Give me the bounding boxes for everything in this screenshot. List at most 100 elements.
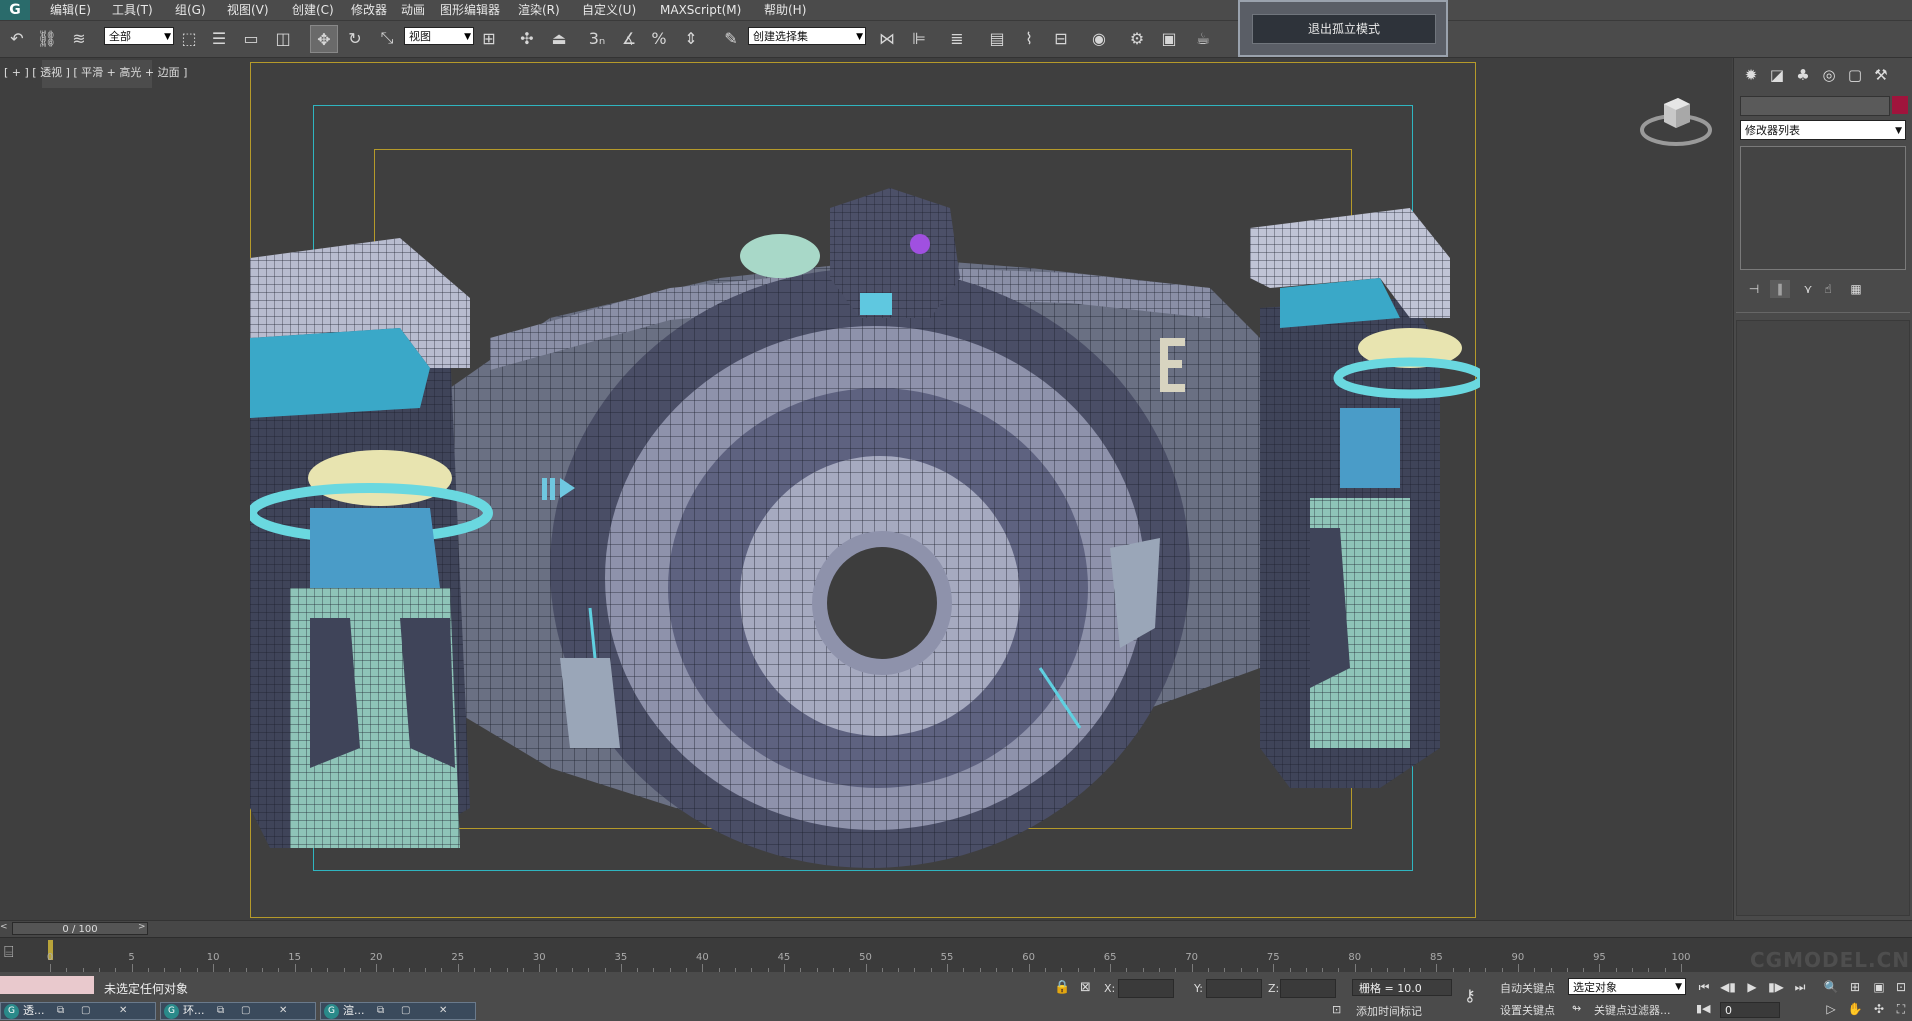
select-and-rotate-icon[interactable]: ↻ (342, 25, 368, 51)
viewcube-icon[interactable] (1636, 88, 1716, 150)
key-mode-toggle-icon[interactable]: ▮◀ (1696, 1002, 1711, 1015)
undo-icon[interactable]: ↶ (4, 25, 30, 51)
select-manipulate-icon[interactable]: ✣ (514, 25, 540, 51)
menu-modifiers[interactable]: 修改器 (351, 2, 387, 18)
window-crossing-icon[interactable]: ◫ (270, 25, 296, 51)
add-time-tag-button[interactable]: 添加时间标记 (1356, 1003, 1422, 1019)
render-setup-icon[interactable]: ⚙ (1124, 25, 1150, 51)
modify-panel-icon[interactable]: ◪ (1766, 64, 1788, 86)
menu-animation[interactable]: 动画 (401, 2, 425, 18)
menu-rendering[interactable]: 渲染(R) (518, 2, 560, 18)
restore-icon[interactable]: ⧉ (377, 1003, 384, 1019)
set-key-icon[interactable]: ⚷ (1464, 986, 1490, 1006)
restore-icon[interactable]: ⧉ (57, 1003, 64, 1019)
zoom-all-icon[interactable]: ⊞ (1846, 978, 1864, 996)
orbit-icon[interactable]: ✣ (1870, 1000, 1888, 1018)
named-selection-set-dropdown[interactable]: 创建选择集 ▼ (748, 27, 866, 45)
spinner-snap-icon[interactable]: ⇕ (678, 25, 704, 51)
select-object-icon[interactable]: ⬚ (176, 25, 202, 51)
selection-filter-dropdown[interactable]: 全部 ▼ (104, 27, 174, 45)
taskbar-window-3[interactable]: G 渲... ⧉ ▢ ✕ (320, 1002, 476, 1020)
pivot-center-icon[interactable]: ⊞ (476, 25, 502, 51)
menu-graph-editors[interactable]: 图形编辑器 (440, 2, 500, 18)
ribbon-toggle-icon[interactable]: ▤ (984, 25, 1010, 51)
key-selection-set-dropdown[interactable]: 选定对象 ▼ (1568, 978, 1686, 995)
time-slider-next-icon[interactable]: > (138, 922, 150, 935)
close-icon[interactable]: ✕ (119, 1003, 127, 1019)
coord-z-field[interactable] (1280, 979, 1336, 998)
field-of-view-icon[interactable]: ▷ (1822, 1000, 1840, 1018)
maximize-viewport-icon[interactable]: ⛶ (1892, 1000, 1910, 1018)
exit-isolation-mode-button[interactable]: 退出孤立模式 (1252, 14, 1436, 44)
coord-y-field[interactable] (1206, 979, 1262, 998)
layer-manager-icon[interactable]: ≣ (944, 25, 970, 51)
object-color-swatch[interactable] (1892, 96, 1908, 114)
material-editor-icon[interactable]: ◉ (1086, 25, 1112, 51)
menu-customize[interactable]: 自定义(U) (582, 2, 636, 18)
play-icon[interactable]: ▶ (1742, 978, 1762, 996)
utilities-panel-icon[interactable]: ⚒ (1870, 64, 1892, 86)
make-unique-icon[interactable]: ⋎ (1798, 280, 1818, 298)
configure-sets-icon[interactable]: ▦ (1846, 280, 1866, 298)
menu-tools[interactable]: 工具(T) (112, 2, 153, 18)
current-frame-field[interactable]: 0 (1720, 1002, 1780, 1018)
coord-x-field[interactable] (1118, 979, 1174, 998)
motion-panel-icon[interactable]: ◎ (1818, 64, 1840, 86)
maximize-icon[interactable]: ▢ (81, 1003, 90, 1019)
modifier-list-dropdown[interactable]: 修改器列表 ▼ (1740, 120, 1906, 140)
menu-help[interactable]: 帮助(H) (764, 2, 806, 18)
create-panel-icon[interactable]: ✹ (1740, 64, 1762, 86)
perspective-viewport[interactable]: [ + ] [ 透视 ] [ 平滑 + 高光 + 边面 ] (0, 58, 1732, 920)
close-icon[interactable]: ✕ (279, 1003, 287, 1019)
go-to-start-icon[interactable]: ⏮ (1694, 978, 1714, 996)
maxscript-listener[interactable] (0, 976, 94, 994)
select-and-scale-icon[interactable]: ⤡ (374, 25, 400, 51)
display-panel-icon[interactable]: ▢ (1844, 64, 1866, 86)
object-name-field[interactable] (1740, 96, 1890, 116)
show-end-result-icon[interactable]: ∥ (1770, 280, 1790, 298)
viewport-label-menu[interactable]: [ + ] [ 透视 ] [ 平滑 + 高光 + 边面 ] (4, 64, 187, 80)
zoom-extents-icon[interactable]: ▣ (1870, 978, 1888, 996)
select-and-move-icon[interactable]: ✥ (310, 25, 338, 53)
auto-key-button[interactable]: 自动关键点 (1500, 980, 1555, 996)
time-slider[interactable]: < 0 / 100 > (0, 920, 1912, 937)
track-bar[interactable]: ⌸ 0 5 10 15 20 25 30 35 40 45 50 55 60 65 70 75 80 85 90 95… (0, 937, 1912, 972)
next-frame-icon[interactable]: ▮▶ (1766, 978, 1786, 996)
key-mode-icon[interactable]: ↬ (1572, 1002, 1586, 1015)
zoom-icon[interactable]: 🔍 (1822, 978, 1840, 996)
curve-editor-icon[interactable]: ⌇ (1016, 25, 1042, 51)
mirror-icon[interactable]: ⋈ (874, 25, 900, 51)
maximize-icon[interactable]: ▢ (401, 1003, 410, 1019)
restore-icon[interactable]: ⧉ (217, 1003, 224, 1019)
close-icon[interactable]: ✕ (439, 1003, 447, 1019)
set-key-button[interactable]: 设置关键点 (1500, 1002, 1555, 1018)
menu-group[interactable]: 组(G) (175, 2, 206, 18)
selection-lock-icon[interactable]: 🔒 (1054, 980, 1070, 995)
link-icon[interactable]: ⛓ (34, 25, 60, 51)
reference-coordinate-dropdown[interactable]: 视图 ▼ (404, 27, 474, 45)
percent-snap-icon[interactable]: % (646, 25, 672, 51)
snaps-toggle-icon[interactable]: 3ₙ (584, 25, 610, 51)
keyboard-shortcut-override-icon[interactable]: ⏏ (546, 25, 572, 51)
zoom-extents-all-icon[interactable]: ⊡ (1892, 978, 1910, 996)
scifi-generator-model[interactable] (250, 148, 1480, 920)
time-slider-thumb[interactable]: 0 / 100 (12, 922, 148, 935)
mini-curve-editor-icon[interactable]: ⌸ (4, 942, 26, 964)
align-icon[interactable]: ⊫ (906, 25, 932, 51)
modifier-stack[interactable] (1740, 146, 1906, 270)
select-by-name-icon[interactable]: ☰ (206, 25, 232, 51)
time-slider-prev-icon[interactable]: < (0, 922, 10, 935)
rendered-frame-window-icon[interactable]: ▣ (1156, 25, 1182, 51)
absolute-mode-icon[interactable]: ⊠ (1080, 980, 1091, 995)
previous-frame-icon[interactable]: ◀▮ (1718, 978, 1738, 996)
angle-snap-icon[interactable]: ∡ (616, 25, 642, 51)
pin-stack-icon[interactable]: ⊣ (1744, 280, 1764, 298)
hierarchy-panel-icon[interactable]: ♣ (1792, 64, 1814, 86)
remove-modifier-icon[interactable]: ☝ (1818, 280, 1838, 298)
go-to-end-icon[interactable]: ⏭ (1790, 978, 1810, 996)
key-filters-button[interactable]: 关键点过滤器... (1594, 1002, 1671, 1018)
taskbar-window-1[interactable]: G 透... ⧉ ▢ ✕ (0, 1002, 156, 1020)
maximize-icon[interactable]: ▢ (241, 1003, 250, 1019)
menu-maxscript[interactable]: MAXScript(M) (660, 2, 741, 18)
render-production-icon[interactable]: ☕ (1190, 25, 1216, 51)
